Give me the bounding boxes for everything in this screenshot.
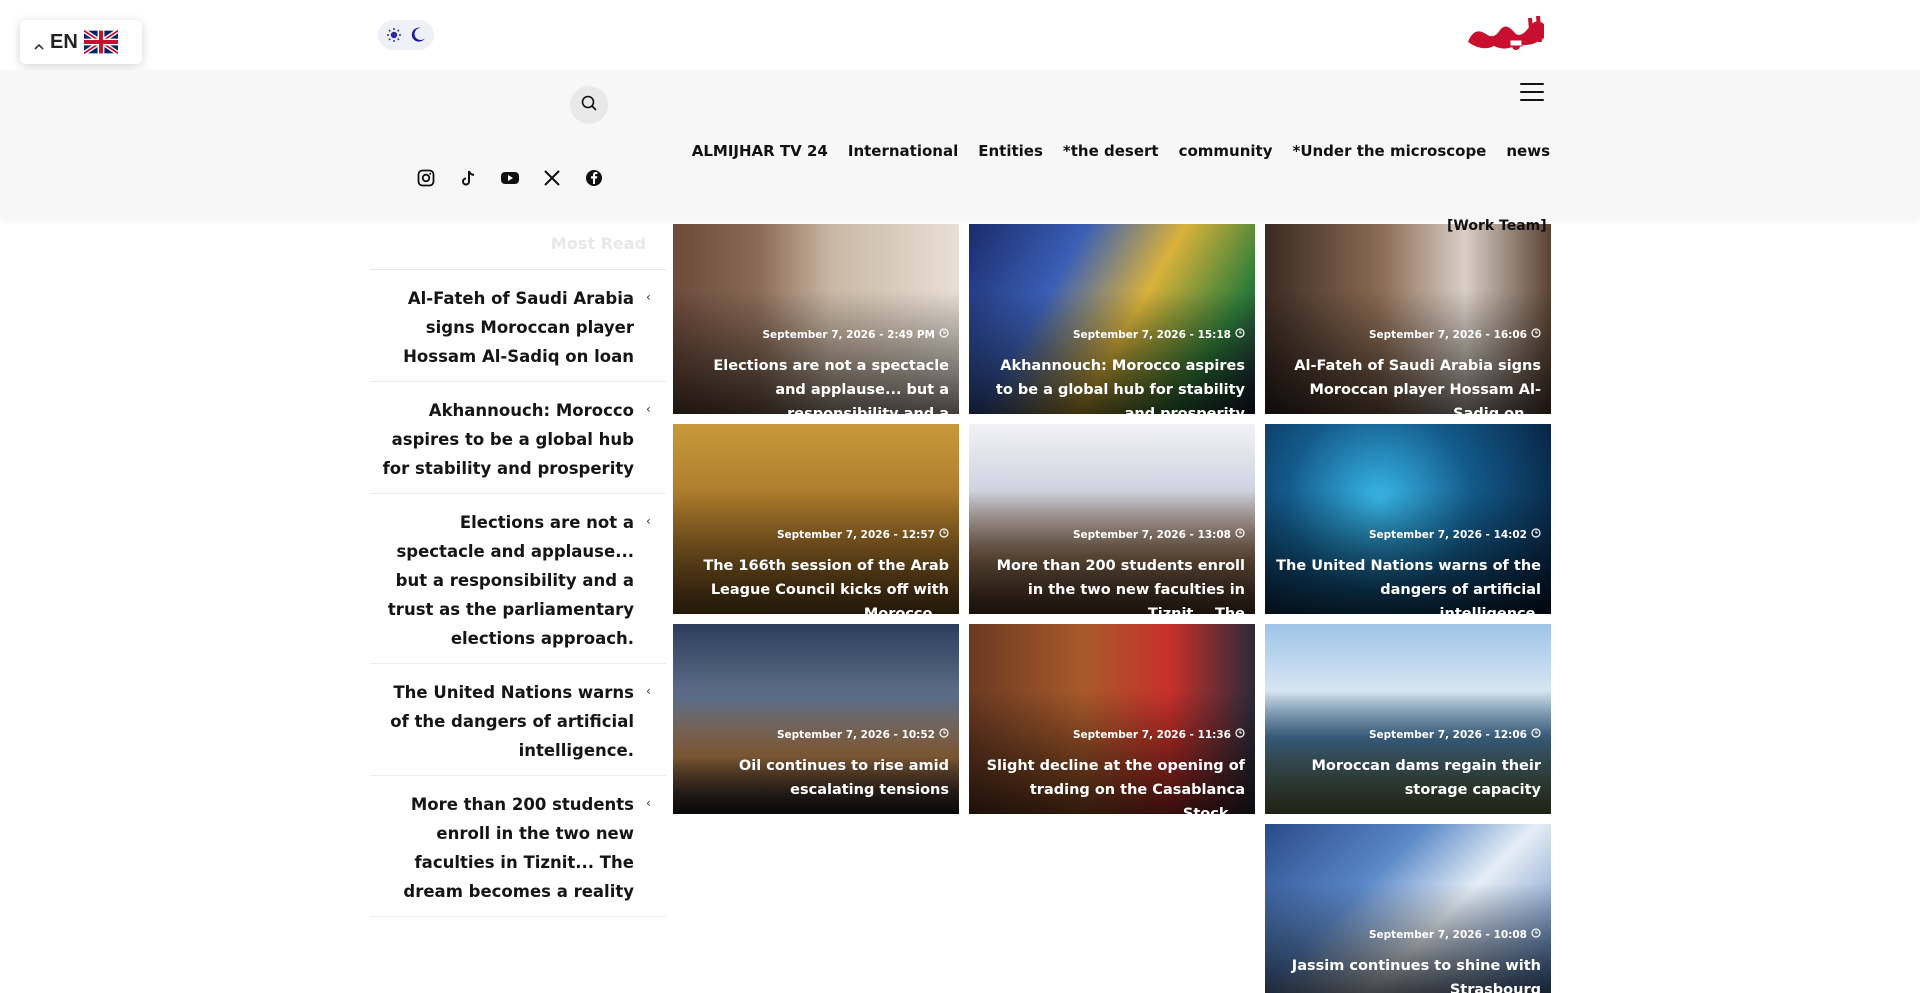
nav-news[interactable]: news xyxy=(1506,142,1550,160)
top-bar: EN xyxy=(0,0,1920,70)
clock-icon xyxy=(1235,528,1245,541)
social-links xyxy=(416,168,604,188)
nav-almijhar-tv[interactable]: ALMIJHAR TV 24 xyxy=(692,142,828,160)
clock-icon xyxy=(1531,928,1541,941)
news-card[interactable]: September 7, 2026 - 10:08 Jassim continu… xyxy=(1265,824,1551,993)
tiktok-icon[interactable] xyxy=(458,168,478,188)
sidebar-title: Most Read xyxy=(370,222,666,270)
news-title: Al-Fateh of Saudi Arabia signs Moroccan … xyxy=(1294,358,1541,414)
list-item-title: The United Nations warns of the dangers … xyxy=(390,683,634,760)
list-item[interactable]: More than 200 students enroll in the two… xyxy=(370,776,666,917)
news-date: September 7, 2026 - 15:18 xyxy=(1073,328,1245,341)
news-card[interactable]: September 7, 2026 - 11:36 Slight decline… xyxy=(969,624,1255,814)
sun-icon[interactable] xyxy=(386,27,402,43)
list-item-title: Akhannouch: Morocco aspires to be a glob… xyxy=(382,401,634,478)
news-card[interactable]: September 7, 2026 - 16:06 Al-Fateh of Sa… xyxy=(1265,224,1551,414)
news-card[interactable]: September 7, 2026 - 10:52 Oil continues … xyxy=(673,624,959,814)
nav-international[interactable]: International xyxy=(848,142,958,160)
work-team-label[interactable]: [Work Team] xyxy=(1447,218,1547,234)
news-title: More than 200 students enroll in the two… xyxy=(996,558,1245,614)
list-item-title: Al-Fateh of Saudi Arabia signs Moroccan … xyxy=(403,289,634,366)
news-title: The 166th session of the Arab League Cou… xyxy=(703,558,949,614)
menu-icon[interactable] xyxy=(1520,80,1544,104)
clock-icon xyxy=(1531,728,1541,741)
list-item[interactable]: Akhannouch: Morocco aspires to be a glob… xyxy=(370,382,666,494)
facebook-icon[interactable] xyxy=(584,168,604,188)
clock-icon xyxy=(1235,728,1245,741)
moon-icon[interactable] xyxy=(409,26,427,44)
news-date: September 7, 2026 - 10:52 xyxy=(777,728,949,741)
nav-under-the-microscope[interactable]: *Under the microscope xyxy=(1292,142,1486,160)
clock-icon xyxy=(1235,328,1245,341)
clock-icon xyxy=(1531,328,1541,341)
instagram-icon[interactable] xyxy=(416,168,436,188)
chevron-up-icon xyxy=(34,37,44,50)
x-icon[interactable] xyxy=(542,168,562,188)
site-logo[interactable] xyxy=(1460,12,1550,58)
chevron-left-icon: ‹ xyxy=(646,684,651,698)
news-date: September 7, 2026 - 2:49 PM xyxy=(762,328,949,341)
nav-the-desert[interactable]: *the desert xyxy=(1063,142,1159,160)
news-card[interactable]: September 7, 2026 - 2:49 PM Elections ar… xyxy=(673,224,959,414)
news-date: September 7, 2026 - 12:06 xyxy=(1369,728,1541,741)
news-title: Slight decline at the opening of trading… xyxy=(986,758,1245,814)
news-date: September 7, 2026 - 11:36 xyxy=(1073,728,1245,741)
list-item-title: More than 200 students enroll in the two… xyxy=(403,795,634,901)
clock-icon xyxy=(1531,528,1541,541)
news-title: Moroccan dams regain their storage capac… xyxy=(1311,758,1541,798)
news-card[interactable]: September 7, 2026 - 13:08 More than 200 … xyxy=(969,424,1255,614)
list-item[interactable]: Elections are not a spectacle and applau… xyxy=(370,494,666,664)
news-title: Oil continues to rise amid escalating te… xyxy=(738,758,949,798)
clock-icon xyxy=(939,728,949,741)
chevron-left-icon: ‹ xyxy=(646,290,651,304)
language-label: EN xyxy=(50,30,78,53)
language-switcher[interactable]: EN xyxy=(20,20,142,64)
main-nav: news *Under the microscope community *th… xyxy=(692,142,1550,160)
most-read-sidebar: Most Read Al-Fateh of Saudi Arabia signs… xyxy=(370,222,666,917)
youtube-icon[interactable] xyxy=(500,168,520,188)
news-date: September 7, 2026 - 12:57 xyxy=(777,528,949,541)
news-title: Jassim continues to shine with Strasbour… xyxy=(1291,958,1541,993)
news-card[interactable]: September 7, 2026 - 12:57 The 166th sess… xyxy=(673,424,959,614)
news-date: September 7, 2026 - 13:08 xyxy=(1073,528,1245,541)
clock-icon xyxy=(939,328,949,341)
news-date: September 7, 2026 - 10:08 xyxy=(1369,928,1541,941)
news-card[interactable]: September 7, 2026 - 15:18 Akhannouch: Mo… xyxy=(969,224,1255,414)
news-title: Elections are not a spectacle and applau… xyxy=(713,358,949,414)
news-card[interactable]: September 7, 2026 - 12:06 Moroccan dams … xyxy=(1265,624,1551,814)
news-title: The United Nations warns of the dangers … xyxy=(1276,558,1541,614)
search-button[interactable] xyxy=(570,86,608,124)
chevron-left-icon: ‹ xyxy=(646,514,651,528)
nav-entities[interactable]: Entities xyxy=(978,142,1043,160)
theme-toggle[interactable] xyxy=(378,20,434,50)
search-icon xyxy=(580,94,598,116)
news-card[interactable]: September 7, 2026 - 14:02 The United Nat… xyxy=(1265,424,1551,614)
uk-flag-icon xyxy=(82,28,120,56)
clock-icon xyxy=(939,528,949,541)
nav-community[interactable]: community xyxy=(1179,142,1273,160)
chevron-left-icon: ‹ xyxy=(646,402,651,416)
list-item-title: Elections are not a spectacle and applau… xyxy=(387,513,634,648)
site-header: news *Under the microscope community *th… xyxy=(0,70,1920,218)
list-item[interactable]: The United Nations warns of the dangers … xyxy=(370,664,666,776)
news-date: September 7, 2026 - 16:06 xyxy=(1369,328,1541,341)
chevron-left-icon: ‹ xyxy=(646,796,651,810)
news-title: Akhannouch: Morocco aspires to be a glob… xyxy=(995,358,1245,414)
list-item[interactable]: Al-Fateh of Saudi Arabia signs Moroccan … xyxy=(370,270,666,382)
news-date: September 7, 2026 - 14:02 xyxy=(1369,528,1541,541)
